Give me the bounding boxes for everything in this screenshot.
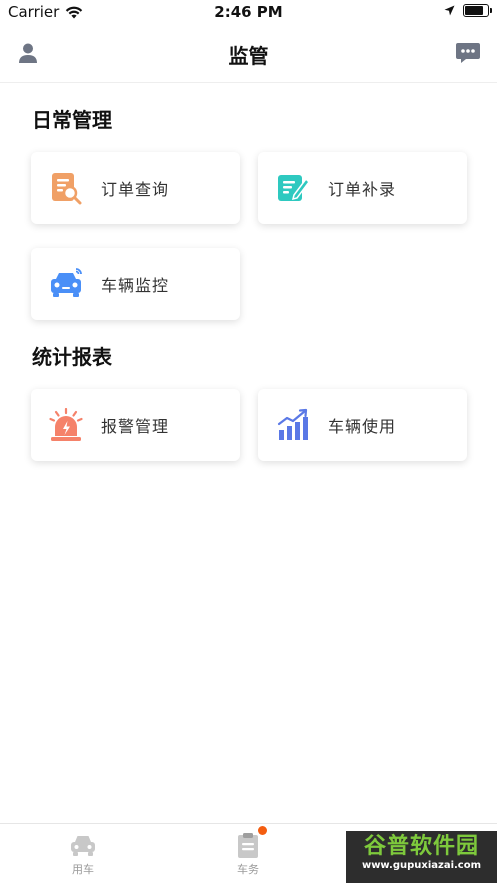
usage-chart-icon: [277, 408, 308, 440]
order-supplement-card[interactable]: 订单补录: [258, 152, 467, 224]
alarm-management-label: 报警管理: [101, 417, 170, 436]
alarm-management-card[interactable]: 报警管理: [31, 389, 240, 461]
car-icon: [71, 836, 95, 856]
section-title-daily: 日常管理: [32, 108, 112, 132]
status-time: 2:46 PM: [214, 3, 283, 21]
tab-use-car-label: 用车: [72, 863, 94, 876]
watermark-url: www.gupuxiazai.com: [361, 860, 482, 871]
notification-badge: [258, 826, 267, 835]
order-search-card[interactable]: 订单查询: [31, 152, 240, 224]
vehicle-monitor-label: 车辆监控: [101, 276, 170, 295]
vehicle-usage-card[interactable]: 车辆使用: [258, 389, 467, 461]
status-right: [444, 4, 492, 17]
location-arrow-icon: [444, 5, 455, 16]
battery-level: [465, 6, 483, 15]
status-bar: Carrier 2:46 PM: [0, 0, 497, 26]
page-title: 监管: [228, 44, 269, 68]
alarm-icon: [49, 408, 83, 441]
order-search-icon: [52, 173, 82, 205]
vehicle-usage-label: 车辆使用: [328, 417, 397, 436]
battery-icon: [463, 4, 492, 17]
tab-vehicle-affairs[interactable]: 车务: [218, 832, 278, 877]
order-edit-icon: [278, 175, 310, 201]
watermark-main-text: 谷普软件园: [363, 834, 479, 859]
tab-use-car[interactable]: 用车: [53, 832, 113, 877]
clipboard-icon: [238, 833, 258, 858]
nav-bar: 监管: [0, 26, 497, 83]
order-search-label: 订单查询: [101, 180, 170, 199]
section-title-stats: 统计报表: [32, 345, 112, 369]
vehicle-monitor-card[interactable]: 车辆监控: [31, 248, 240, 320]
order-supplement-label: 订单补录: [328, 180, 397, 199]
tab-vehicle-affairs-label: 车务: [237, 863, 259, 876]
car-monitor-icon: [51, 268, 82, 297]
message-icon[interactable]: [455, 41, 481, 65]
watermark-logo: 谷普软件园 www.gupuxiazai.com: [346, 831, 497, 883]
